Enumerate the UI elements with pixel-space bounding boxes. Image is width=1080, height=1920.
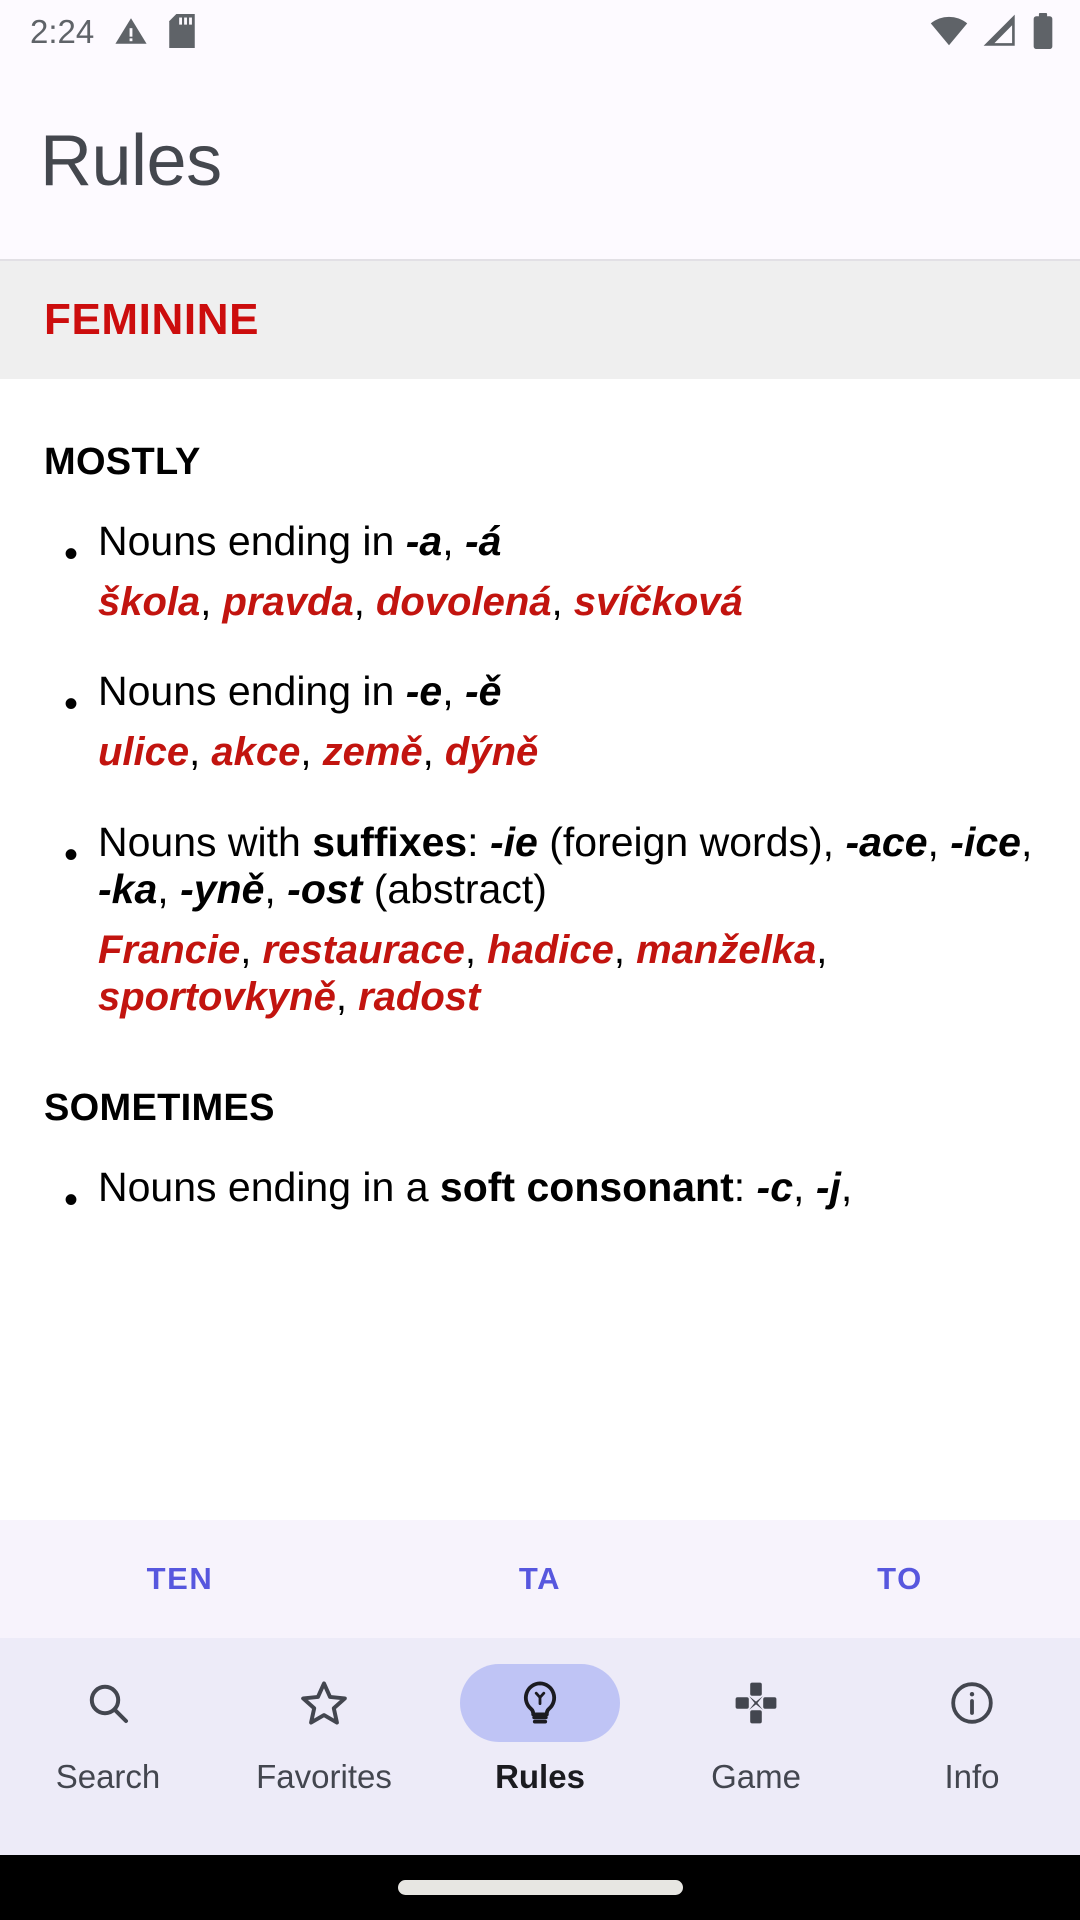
status-time: 2:24 <box>30 12 95 50</box>
rule-body: Nouns ending in -a, -á škola, pravda, dov… <box>98 518 1036 626</box>
gender-section-header: FEMININE <box>0 259 1080 379</box>
nav-label-favorites: Favorites <box>256 1758 392 1795</box>
nav-item-game[interactable]: Game <box>648 1664 864 1793</box>
rule-item: Nouns with suffixes: -ie (foreign words)… <box>44 819 1036 1022</box>
bullet-icon <box>44 518 98 626</box>
wifi-icon <box>930 14 968 48</box>
nav-label-search: Search <box>55 1758 161 1795</box>
rule-text: Nouns with suffixes: -ie (foreign words)… <box>98 818 1033 912</box>
nav-item-search[interactable]: Search <box>0 1664 216 1793</box>
rule-examples: škola, pravda, dovolená, svíčková <box>98 580 743 625</box>
page-title: Rules <box>40 120 222 201</box>
nav-label-info: Info <box>944 1758 1000 1795</box>
battery-icon <box>1032 13 1054 49</box>
gesture-handle[interactable] <box>397 1880 683 1895</box>
status-bar-left: 2:24 <box>30 14 196 48</box>
dpad-icon <box>732 1679 780 1727</box>
bullet-icon <box>44 1164 98 1220</box>
status-bar: 2:24 <box>0 0 1080 62</box>
group-heading: SOMETIMES <box>44 1087 275 1130</box>
nav-label-rules: Rules <box>495 1758 585 1795</box>
rules-content[interactable]: MOSTLY Nouns ending in -a, -á škola, pravd… <box>0 379 1080 1239</box>
nav-item-favorites[interactable]: Favorites <box>216 1664 432 1793</box>
bullet-icon <box>44 819 98 1022</box>
rule-item: Nouns ending in -e, -ě ulice, akce, země,… <box>44 668 1036 776</box>
nav-icon-wrap-search <box>28 1664 188 1742</box>
rule-groups: MOSTLY Nouns ending in -a, -á škola, pravd… <box>44 379 1036 1220</box>
app-bar: Rules <box>0 62 1080 259</box>
group-heading: MOSTLY <box>44 441 201 483</box>
search-icon <box>84 1679 132 1727</box>
sub-tab-ten[interactable]: TEN <box>0 1561 360 1597</box>
rule-body: Nouns with suffixes: -ie (foreign words)… <box>98 819 1036 1022</box>
nav-icon-wrap-info <box>892 1664 1052 1742</box>
rule-list: Nouns ending in a soft consonant: -c, -j… <box>44 1164 1036 1220</box>
info-icon <box>948 1679 996 1727</box>
cellular-signal-icon <box>982 14 1018 48</box>
bottom-navigation-bar[interactable]: Search Favorites Rules Game Info <box>0 1638 1080 1855</box>
star-icon <box>299 1678 349 1728</box>
sub-tab-to[interactable]: TO <box>720 1561 1080 1597</box>
nav-item-info[interactable]: Info <box>864 1664 1080 1793</box>
nav-icon-wrap-rules <box>460 1664 620 1742</box>
bullet-icon <box>44 668 98 776</box>
sub-tab-ta[interactable]: TA <box>360 1561 720 1597</box>
rule-text: Nouns ending in -a, -á <box>98 518 502 564</box>
rule-text: Nouns ending in -e, -ě <box>98 668 502 715</box>
rule-body: Nouns ending in a soft consonant: -c, -j… <box>98 1164 1036 1220</box>
rule-body: Nouns ending in -e, -ě ulice, akce, země,… <box>98 668 1036 776</box>
nav-icon-wrap-game <box>676 1664 836 1742</box>
system-gesture-bar <box>0 1855 1080 1920</box>
nav-item-rules[interactable]: Rules <box>432 1664 648 1793</box>
warning-triangle-icon <box>114 14 148 48</box>
rule-list: Nouns ending in -a, -á škola, pravda, dov… <box>44 518 1036 1021</box>
rule-examples: ulice, akce, země, dýně <box>98 730 539 775</box>
sub-tab-bar[interactable]: TEN TA TO <box>0 1520 1080 1638</box>
status-bar-right <box>930 13 1054 49</box>
rule-item: Nouns ending in a soft consonant: -c, -j… <box>44 1164 1036 1220</box>
rule-examples: Francie, restaurace, hadice, manželka, s… <box>98 927 828 1020</box>
lightbulb-icon <box>516 1679 564 1727</box>
sd-card-icon <box>168 14 196 48</box>
section-title-feminine: FEMININE <box>44 295 260 344</box>
rule-text: Nouns ending in a soft consonant: -c, -j… <box>98 1164 853 1211</box>
nav-label-game: Game <box>711 1758 801 1795</box>
rule-item: Nouns ending in -a, -á škola, pravda, dov… <box>44 518 1036 626</box>
nav-icon-wrap-favorites <box>244 1664 404 1742</box>
